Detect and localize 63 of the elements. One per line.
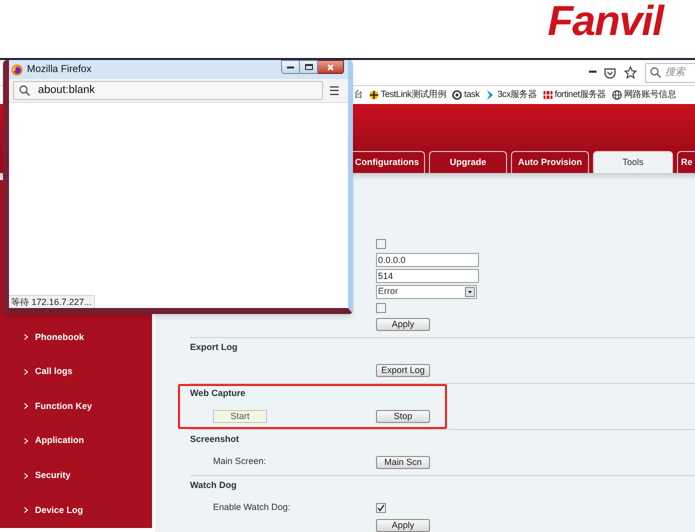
field-label: Main Screen: xyxy=(213,455,266,468)
section-title: Watch Dog xyxy=(190,479,238,492)
checkbox[interactable] xyxy=(376,303,386,313)
close-button[interactable] xyxy=(318,60,344,74)
button[interactable]: Main Scn xyxy=(376,456,430,468)
close-icon xyxy=(327,64,334,70)
bookmark[interactable]: 3cx服务器 xyxy=(485,88,537,102)
minimize-icon xyxy=(287,66,294,68)
input-field[interactable]: 0.0.0.0 xyxy=(376,253,479,267)
search-icon xyxy=(650,67,661,78)
chevron-icon xyxy=(24,438,28,444)
search-field[interactable]: 搜索 xyxy=(645,62,695,82)
bookmark-icon xyxy=(368,90,379,100)
search-icon xyxy=(19,85,30,96)
bookmark[interactable]: fortinet服务器 xyxy=(542,88,606,102)
tab[interactable]: Upgrade xyxy=(429,151,507,173)
sidebar-item[interactable]: Device Log xyxy=(0,492,152,528)
field-label: Enable Watch Dog: xyxy=(213,501,290,514)
chevron-icon xyxy=(24,334,28,340)
bookmark[interactable]: TestLink测试用例 xyxy=(368,88,446,102)
grid-icon xyxy=(542,90,553,100)
chevron-icon xyxy=(485,90,496,100)
status-text: 等待 172.16.7.227... xyxy=(9,295,95,308)
dropdown[interactable]: Error xyxy=(376,285,477,299)
chevron-icon xyxy=(24,368,28,375)
sidebar-item[interactable]: Security xyxy=(0,458,152,493)
search-placeholder: 搜索 xyxy=(665,66,685,80)
tab[interactable]: Auto Provision xyxy=(511,151,589,173)
window-title: Mozilla Firefox xyxy=(27,63,92,77)
chevron-icon xyxy=(24,472,28,479)
bookmark[interactable]: 网路账号信息 xyxy=(612,88,676,102)
globe-icon xyxy=(612,90,622,100)
button[interactable]: Export Log xyxy=(376,364,430,376)
check-icon xyxy=(377,504,385,512)
button[interactable]: Stop xyxy=(376,410,430,422)
tab[interactable]: Re xyxy=(677,151,695,173)
more-menu[interactable]: ••• xyxy=(588,65,596,80)
section-title: Web Capture xyxy=(190,387,246,400)
pocket-icon xyxy=(604,66,616,78)
address-bar[interactable]: about:blank xyxy=(13,81,323,100)
sidebar-item[interactable]: Function Key xyxy=(0,389,152,424)
bookmark[interactable]: task xyxy=(452,88,480,102)
menu-button[interactable]: ☰ xyxy=(329,84,340,96)
maximize-button[interactable] xyxy=(300,60,318,74)
input-field[interactable]: 514 xyxy=(376,269,479,283)
button[interactable]: Apply xyxy=(376,518,430,532)
logo: Fanvil xyxy=(548,1,663,41)
chevron-icon xyxy=(24,507,28,514)
browser-logo-icon xyxy=(11,64,23,76)
star-icon xyxy=(624,66,637,79)
maximize-icon xyxy=(304,64,312,70)
section-title: Export Log xyxy=(190,341,238,354)
button[interactable]: Apply xyxy=(376,318,430,330)
sidebar-item[interactable]: Application xyxy=(0,424,152,458)
tab[interactable]: Tools xyxy=(593,151,673,173)
checkbox[interactable] xyxy=(376,239,386,249)
checkbox[interactable] xyxy=(376,503,386,513)
sidebar-item[interactable]: Phonebook xyxy=(0,320,152,355)
bookmark[interactable]: 台 xyxy=(354,88,363,102)
sidebar-item[interactable]: Call logs xyxy=(0,354,152,390)
section-title: Screenshot xyxy=(190,433,240,446)
minimize-button[interactable] xyxy=(281,60,300,74)
chevron-icon xyxy=(24,403,28,410)
